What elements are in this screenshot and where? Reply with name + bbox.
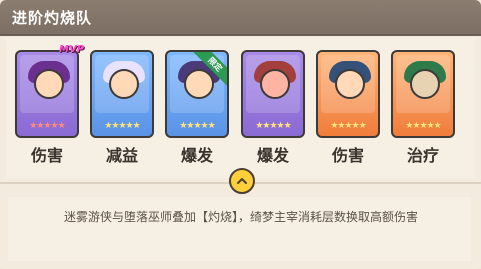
panel-header: 进阶灼烧队 [0,0,481,36]
hero-card-4[interactable]: ★★★★★ [241,50,305,138]
hero-stars: ★★★★★ [405,121,441,131]
hero-portrait [20,55,74,113]
role-label: 减益 [105,146,138,165]
hero-face [410,69,440,99]
role-label: 伤害 [331,146,364,165]
team-panel: 进阶灼烧队 ★★★★★ MVP ★★★★★ 限定 ★★★★★ ★★★★★ ★★★… [0,0,481,269]
hero-card-1[interactable]: ★★★★★ [15,50,79,138]
hero-face [335,69,365,99]
role-label: 爆发 [180,146,213,165]
hero-stars: ★★★★★ [179,121,215,131]
hero-face [109,69,139,99]
hero-face [260,69,290,99]
hero-card-5[interactable]: ★★★★★ [316,50,380,138]
hero-card-2[interactable]: ★★★★★ [90,50,154,138]
expand-toggle-button[interactable] [229,168,255,194]
hero-card-6[interactable]: ★★★★★ [391,50,455,138]
chevron-up-icon [237,178,247,184]
role-label: 伤害 [30,146,63,165]
hero-face [184,69,214,99]
hero-face [34,69,64,99]
hero-portrait [95,55,149,113]
role-label: 爆发 [256,146,289,165]
mvp-badge: MVP [59,44,85,55]
hero-card-3[interactable]: 限定 ★★★★★ [165,50,229,138]
hero-card-list: ★★★★★ MVP ★★★★★ 限定 ★★★★★ ★★★★★ ★★★★★ ★★★… [15,44,475,165]
hero-portrait [246,55,300,113]
hero-stars: ★★★★★ [29,121,65,131]
hero-stars: ★★★★★ [330,121,366,131]
hero-stars: ★★★★★ [104,121,140,131]
panel-title: 进阶灼烧队 [12,9,93,27]
team-description: 迷雾游侠与堕落巫师叠加【灼烧】，绮梦主宰消耗层数换取高额伤害 [63,210,418,224]
hero-stars: ★★★★★ [255,121,291,131]
hero-portrait [321,55,375,113]
hero-portrait [396,55,450,113]
role-label: 治疗 [406,146,439,165]
